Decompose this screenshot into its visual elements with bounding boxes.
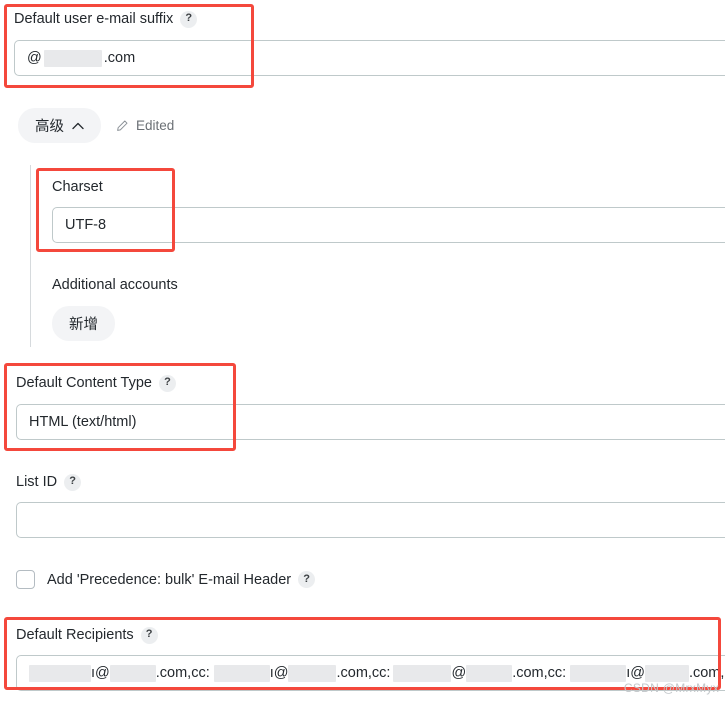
redaction-block (644, 664, 689, 682)
content-type-value: HTML (text/html) (29, 414, 137, 430)
edited-label: Edited (136, 118, 175, 133)
precedence-bulk-row[interactable]: Add 'Precedence: bulk' E-mail Header ? (16, 570, 316, 589)
redaction-block (466, 664, 513, 682)
recipients-segment-8: .com, (688, 665, 725, 681)
content-type-label-text: Default Content Type (16, 375, 152, 391)
redaction-block (393, 664, 452, 682)
add-account-button[interactable]: 新增 (52, 306, 115, 341)
help-icon[interactable]: ? (64, 473, 82, 491)
watermark: CSDN @MrxMyx (623, 681, 719, 695)
help-icon[interactable]: ? (140, 626, 158, 644)
advanced-toggle-label: 高级 (35, 119, 64, 135)
content-type-label: Default Content Type ? (16, 374, 176, 392)
advanced-section-header: 高级 Edited (18, 108, 174, 143)
recipients-segment-3: ı@ (269, 665, 289, 681)
list-id-label-text: List ID (16, 474, 58, 490)
default-recipients-label: Default Recipients ? (16, 626, 158, 644)
pencil-icon (115, 119, 129, 133)
recipients-segment-2: .com,cc: (155, 665, 210, 681)
advanced-toggle-button[interactable]: 高级 (18, 108, 101, 143)
list-id-input[interactable] (16, 502, 725, 538)
email-suffix-value-suffix: .com (103, 50, 136, 66)
chevron-up-icon (72, 122, 84, 130)
default-recipients-input[interactable]: ı@ .com,cc: ı@ .com,cc: @ .com,cc: ı@ .c… (16, 655, 725, 691)
charset-input[interactable]: UTF-8 (52, 207, 725, 243)
recipients-segment-1: ı@ (91, 665, 110, 681)
email-suffix-label: Default user e-mail suffix ? (14, 10, 198, 28)
additional-accounts-label: Additional accounts (52, 276, 178, 294)
redaction-block (43, 49, 102, 67)
charset-label-text: Charset (52, 179, 103, 195)
redaction-block (29, 664, 91, 682)
advanced-section-guide-line (30, 165, 31, 347)
redaction-block (109, 664, 156, 682)
default-recipients-label-text: Default Recipients (16, 627, 134, 643)
additional-accounts-label-text: Additional accounts (52, 277, 178, 293)
recipients-segment-5: @ (451, 665, 467, 681)
precedence-bulk-label: Add 'Precedence: bulk' E-mail Header ? (47, 571, 316, 589)
recipients-segment-4: .com,cc: (336, 665, 391, 681)
email-suffix-label-text: Default user e-mail suffix (14, 11, 174, 27)
email-suffix-value-prefix: @ (27, 50, 42, 66)
help-icon[interactable]: ? (180, 10, 198, 28)
list-id-label: List ID ? (16, 473, 82, 491)
edited-indicator: Edited (115, 118, 174, 133)
add-account-button-label: 新增 (69, 317, 98, 333)
content-type-select[interactable]: HTML (text/html) (16, 404, 725, 440)
precedence-bulk-label-text: Add 'Precedence: bulk' E-mail Header (47, 571, 292, 588)
charset-value: UTF-8 (65, 217, 107, 233)
help-icon[interactable]: ? (158, 374, 176, 392)
precedence-bulk-checkbox[interactable] (16, 570, 35, 589)
recipients-segment-7: ı@ (626, 665, 645, 681)
recipients-segment-6: .com,cc: (512, 665, 567, 681)
redaction-block (570, 664, 627, 682)
redaction-block (288, 664, 337, 682)
help-icon[interactable]: ? (298, 571, 316, 588)
email-suffix-input[interactable]: @ .com (14, 40, 725, 76)
charset-label: Charset (52, 178, 103, 196)
redaction-block (213, 664, 270, 682)
